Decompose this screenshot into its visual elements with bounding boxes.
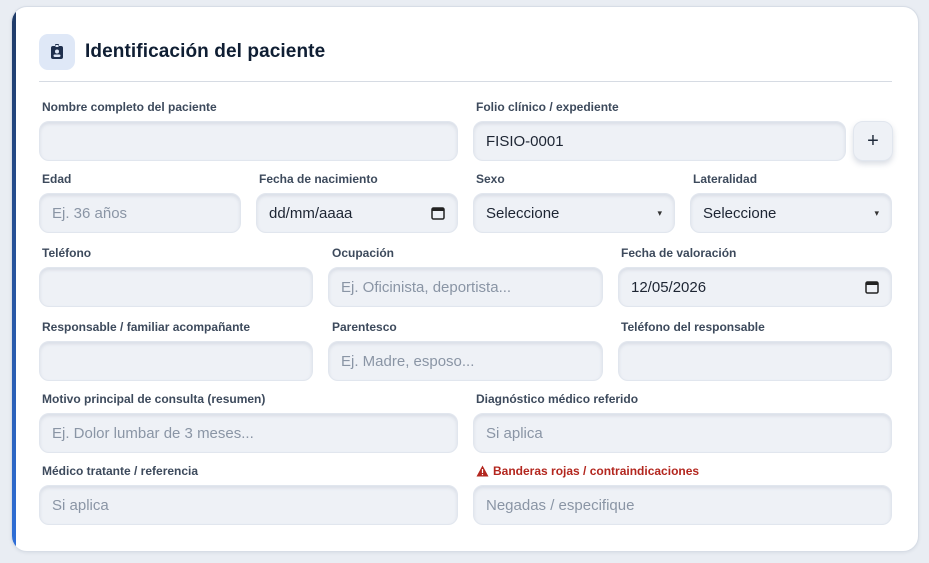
telefono-input[interactable]: [39, 267, 313, 307]
valoracion-date-input[interactable]: 12/05/2026: [618, 267, 892, 307]
edad-label: Edad: [42, 172, 72, 186]
parentesco-label: Parentesco: [332, 320, 397, 334]
edad-input[interactable]: Ej. 36 años: [39, 193, 241, 233]
parentesco-input[interactable]: Ej. Madre, esposo...: [328, 341, 603, 381]
banderas-input[interactable]: Negadas / especifique: [473, 485, 892, 525]
responsable-input[interactable]: [39, 341, 313, 381]
chevron-down-icon: ▾: [874, 207, 879, 218]
medico-label: Médico tratante / referencia: [42, 464, 199, 478]
telefono-label: Teléfono: [42, 246, 92, 260]
patient-id-card: Identificación del paciente Nombre compl…: [11, 6, 919, 552]
ocupacion-label: Ocupación: [332, 246, 395, 260]
chevron-down-icon: ▾: [657, 207, 662, 218]
nombre-label: Nombre completo del paciente: [42, 100, 217, 114]
diagnostico-label: Diagnóstico médico referido: [476, 392, 639, 406]
sexo-label: Sexo: [476, 172, 505, 186]
motivo-input[interactable]: Ej. Dolor lumbar de 3 meses...: [39, 413, 458, 453]
banderas-label: Banderas rojas / contraindicaciones: [476, 464, 699, 478]
ocupacion-input[interactable]: Ej. Oficinista, deportista...: [328, 267, 603, 307]
id-badge-icon: [39, 34, 75, 70]
calendar-icon[interactable]: [865, 280, 879, 294]
nombre-input[interactable]: [39, 121, 458, 161]
section-title: Identificación del paciente: [85, 41, 326, 62]
folio-label: Folio clínico / expediente: [476, 100, 619, 114]
valoracion-label: Fecha de valoración: [621, 246, 737, 260]
medico-input[interactable]: Si aplica: [39, 485, 458, 525]
folio-input[interactable]: FISIO-0001: [473, 121, 846, 161]
motivo-label: Motivo principal de consulta (resumen): [42, 392, 266, 406]
calendar-icon[interactable]: [431, 206, 445, 220]
lateralidad-label: Lateralidad: [693, 172, 758, 186]
diagnostico-input[interactable]: Si aplica: [473, 413, 892, 453]
tel-responsable-label: Teléfono del responsable: [621, 320, 765, 334]
nacimiento-label: Fecha de nacimiento: [259, 172, 378, 186]
lateralidad-select[interactable]: Seleccione ▾: [690, 193, 892, 233]
section-header: Identificación del paciente: [39, 34, 325, 70]
header-divider: [39, 81, 892, 82]
banderas-label-text: Banderas rojas / contraindicaciones: [493, 464, 700, 478]
sexo-select[interactable]: Seleccione ▾: [473, 193, 675, 233]
responsable-label: Responsable / familiar acompañante: [42, 320, 251, 334]
card-accent-bar: [12, 7, 16, 551]
warning-icon: [476, 465, 489, 477]
tel-responsable-input[interactable]: [618, 341, 892, 381]
add-folio-button[interactable]: +: [853, 121, 893, 161]
nacimiento-date-input[interactable]: dd/mm/aaaa: [256, 193, 458, 233]
